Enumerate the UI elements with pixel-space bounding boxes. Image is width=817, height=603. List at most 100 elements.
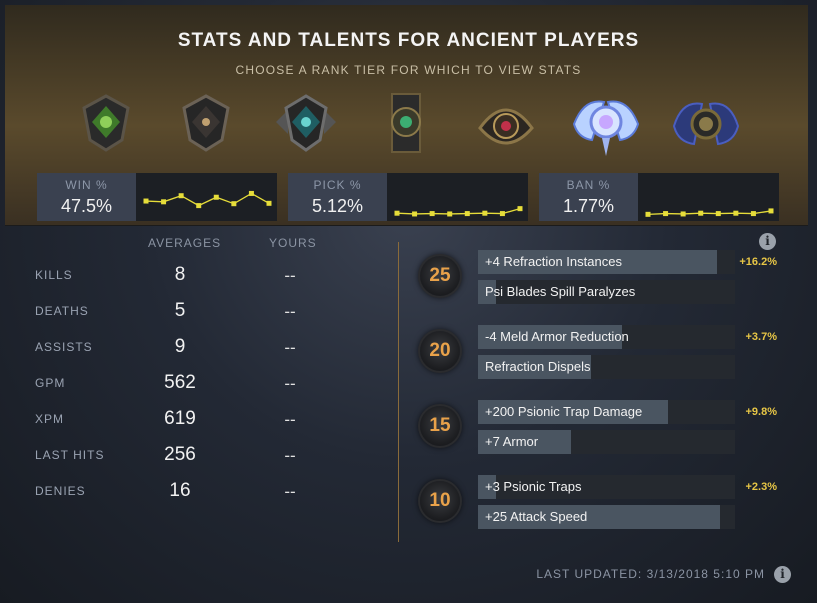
talent-level-badge: 10 (420, 481, 460, 521)
rank-tier-crusader[interactable] (270, 88, 342, 160)
pick-trend-point (499, 211, 505, 217)
win-trend-point (178, 193, 184, 199)
pick-rate-card: PICK % 5.12% (288, 173, 528, 221)
talent-winrate-delta: +16.2% (739, 256, 777, 268)
stat-label: KILLS (35, 268, 73, 282)
pick-trend-point (394, 210, 400, 216)
talent-label: +4 Refraction Instances (485, 254, 622, 269)
talent-label: -4 Meld Armor Reduction (485, 329, 629, 344)
talent-label: Refraction Dispels (485, 359, 591, 374)
herald-medal-icon (82, 94, 130, 152)
ban-rate-value: 1.77% (562, 196, 615, 216)
win-trend-point (231, 201, 237, 207)
ban-trend-point (680, 211, 686, 217)
guardian-medal-icon (182, 94, 230, 152)
stat-label: DENIES (35, 484, 86, 498)
last-updated-text: LAST UPDATED: 3/13/2018 5:10 PM (536, 567, 765, 581)
pick-trend-point (429, 211, 435, 217)
talent-level-badge: 20 (420, 331, 460, 371)
stat-label: LAST HITS (35, 448, 105, 462)
ban-trend-point (715, 211, 721, 217)
ban-trend-point (645, 211, 651, 217)
ban-rate-card: BAN % 1.77% (539, 173, 779, 221)
stat-yours: -- (284, 446, 296, 465)
ban-trend-point (733, 210, 739, 216)
talents-info-icon[interactable]: i (759, 233, 776, 250)
page-title: STATS AND TALENTS FOR ANCIENT PLAYERS (177, 30, 640, 51)
rank-tier-legend[interactable] (470, 88, 542, 160)
talent-label: Psi Blades Spill Paralyzes (485, 284, 636, 299)
stat-yours: -- (284, 338, 296, 357)
stat-label: XPM (35, 412, 65, 426)
talent-label: +3 Psionic Traps (485, 479, 582, 494)
pick-trend-point (412, 211, 418, 217)
pick-rate-label: PICK % (313, 178, 362, 192)
stat-average: 8 (174, 264, 186, 285)
stat-average: 16 (169, 480, 191, 501)
talent-level-badge: 15 (420, 406, 460, 446)
talent-option[interactable]: +3 Psionic Traps (478, 475, 735, 499)
stat-label: DEATHS (35, 304, 89, 318)
rank-tier-divine[interactable] (670, 88, 742, 160)
talent-winrate-delta: +3.7% (745, 331, 778, 343)
win-rate-value: 47.5% (60, 196, 113, 216)
ban-trend-point (768, 208, 774, 214)
stat-yours: -- (284, 266, 296, 285)
stat-average: 5 (174, 300, 186, 321)
stat-average: 256 (164, 444, 196, 465)
talent-label: +7 Armor (485, 434, 539, 449)
talent-option[interactable]: Refraction Dispels (478, 355, 735, 379)
rank-tier-guardian[interactable] (170, 88, 242, 160)
pick-rate-sparkline (394, 206, 523, 217)
stat-average: 619 (164, 408, 196, 429)
rank-tier-archon[interactable] (370, 88, 442, 160)
pick-trend-point (464, 211, 470, 217)
stat-label: GPM (35, 376, 66, 390)
win-trend-point (266, 200, 272, 206)
last-updated-info-icon[interactable]: i (774, 566, 791, 583)
win-rate-card: WIN % 47.5% (37, 173, 277, 221)
archon-medal-icon (391, 93, 421, 153)
talent-option[interactable]: +25 Attack Speed (478, 505, 735, 529)
talent-option[interactable]: Psi Blades Spill Paralyzes (478, 280, 735, 304)
stat-yours: -- (284, 410, 296, 429)
talent-label: +25 Attack Speed (485, 509, 588, 524)
win-trend-point (196, 203, 202, 209)
page-subtitle: CHOOSE A RANK TIER FOR WHICH TO VIEW STA… (235, 63, 582, 77)
rank-tier-herald[interactable] (70, 88, 142, 160)
stat-label: ASSISTS (35, 340, 93, 354)
talent-winrate-delta: +2.3% (745, 481, 778, 493)
stat-yours: -- (284, 482, 296, 501)
legend-medal-icon (478, 108, 534, 145)
talent-option[interactable]: +7 Armor (478, 430, 735, 454)
pick-trend-point (517, 206, 523, 212)
talent-label: +200 Psionic Trap Damage (485, 404, 643, 419)
win-rate-sparkline (143, 190, 272, 209)
talent-winrate-delta: +9.8% (745, 406, 778, 418)
stat-average: 562 (164, 372, 196, 393)
stat-yours: -- (284, 374, 296, 393)
rank-tier-ancient[interactable] (570, 88, 642, 160)
pick-trend-point (447, 211, 453, 217)
rank-tier-selector (70, 88, 770, 160)
win-trend-point (143, 198, 149, 204)
section-divider (398, 242, 399, 542)
averages-column-header: AVERAGES (148, 236, 222, 250)
ban-trend-point (698, 210, 704, 216)
talent-option[interactable]: +200 Psionic Trap Damage (478, 400, 735, 424)
pick-trend-point (482, 210, 488, 216)
win-trend-point (213, 194, 219, 200)
win-rate-label: WIN % (65, 178, 108, 192)
yours-column-header: YOURS (269, 236, 317, 250)
ban-trend-point (750, 211, 756, 217)
stat-yours: -- (284, 302, 296, 321)
talent-option[interactable]: -4 Meld Armor Reduction (478, 325, 735, 349)
ban-trend-point (663, 211, 669, 217)
ban-rate-sparkline (645, 208, 774, 217)
divine-medal-icon (672, 102, 740, 146)
talent-option[interactable]: +4 Refraction Instances (478, 250, 735, 274)
ancient-medal-icon (572, 100, 640, 156)
ban-rate-label: BAN % (566, 178, 611, 192)
stat-average: 9 (174, 336, 186, 357)
win-trend-point (248, 190, 254, 196)
